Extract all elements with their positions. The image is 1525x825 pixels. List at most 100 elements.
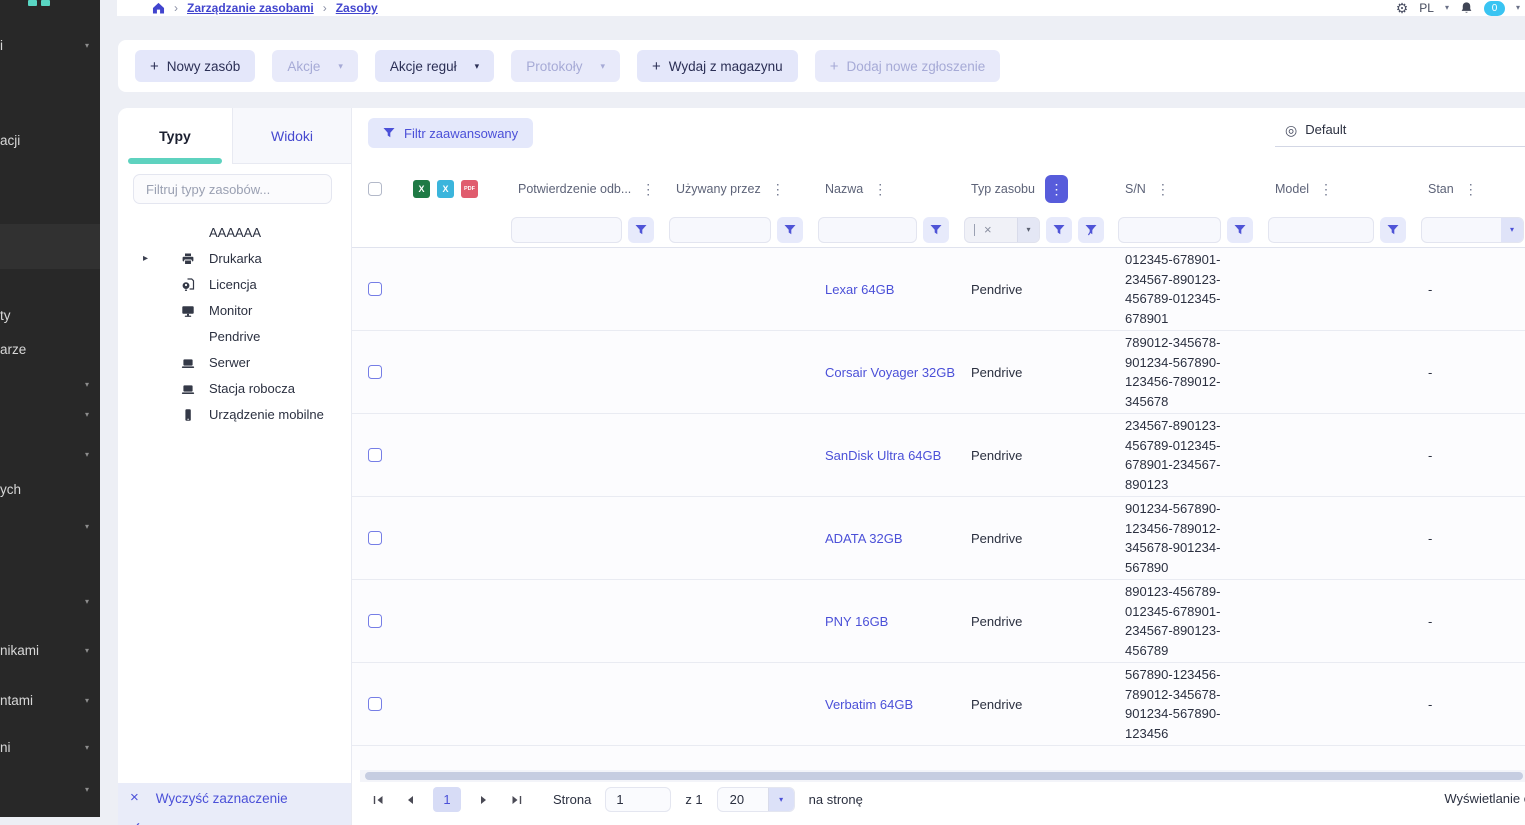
bell-icon[interactable] [1460, 1, 1473, 15]
actions-button[interactable]: Akcje ▾ [272, 50, 358, 82]
select-all-row[interactable]: ✓ [118, 819, 142, 825]
tree-item-urzadzenie-mobilne[interactable]: Urządzenie mobilne [118, 402, 351, 428]
filter-input-sn[interactable] [1118, 217, 1221, 243]
row-checkbox[interactable] [368, 365, 382, 379]
chevron-down-icon[interactable]: ▾ [1445, 4, 1449, 12]
filter-button-uzywany-przez[interactable] [777, 217, 803, 243]
tree-item-drukarka[interactable]: ▸ Drukarka [118, 246, 351, 272]
clear-selection-button[interactable]: × Wyczyść zaznaczenie [118, 790, 351, 806]
rule-actions-button[interactable]: Akcje reguł ▾ [375, 50, 494, 82]
expand-arrow-icon[interactable]: ▸ [143, 253, 148, 265]
column-header-potwierdzenie[interactable]: Potwierdzenie odb... [518, 182, 631, 196]
tree-item-serwer[interactable]: Serwer [118, 350, 351, 376]
column-header-model[interactable]: Model [1275, 182, 1309, 196]
filter-button-sn[interactable] [1227, 217, 1253, 243]
scrollbar-thumb[interactable] [365, 772, 1523, 780]
asset-name-link[interactable]: Verbatim 64GB [825, 697, 913, 712]
next-page-button[interactable] [475, 791, 493, 809]
column-menu-icon[interactable]: ⋮ [771, 182, 785, 196]
type-filter-input[interactable] [133, 174, 332, 204]
row-checkbox[interactable] [368, 614, 382, 628]
tree-item-monitor[interactable]: Monitor [118, 298, 351, 324]
sidebar-item[interactable]: ni ▾ [0, 740, 100, 760]
asset-name-link[interactable]: SanDisk Ultra 64GB [825, 448, 941, 463]
asset-name-link[interactable]: PNY 16GB [825, 614, 888, 629]
add-ticket-button[interactable]: + Dodaj nowe zgłoszenie [815, 50, 1001, 82]
gear-icon[interactable]: ⚙ [1396, 1, 1409, 15]
asset-name-link[interactable]: Lexar 64GB [825, 282, 894, 297]
sidebar-item[interactable]: acji [0, 133, 100, 153]
filter-combo-typ-zasobu[interactable]: × ▾ [964, 217, 1040, 243]
tree-item-pendrive[interactable]: Pendrive [118, 324, 351, 350]
tab-widoki[interactable]: Widoki [232, 108, 351, 164]
table-row[interactable]: SanDisk Ultra 64GB Pendrive 234567-89012… [352, 414, 1525, 497]
view-selector[interactable]: ◎ Default [1275, 122, 1525, 147]
new-asset-button[interactable]: + Nowy zasób [135, 50, 255, 82]
protocols-button[interactable]: Protokoły ▾ [511, 50, 620, 82]
language-selector[interactable]: PL [1419, 1, 1434, 15]
issue-from-warehouse-button[interactable]: + Wydaj z magazynu [637, 50, 798, 82]
column-menu-icon[interactable]: ⋮ [1319, 182, 1333, 196]
row-checkbox[interactable] [368, 282, 382, 296]
filter-input-nazwa[interactable] [818, 217, 917, 243]
chevron-down-icon[interactable]: ▾ [1017, 218, 1039, 242]
column-header-typ-zasobu[interactable]: Typ zasobu [971, 182, 1035, 196]
chevron-down-icon[interactable]: ▾ [1501, 218, 1523, 242]
sidebar-active-item[interactable] [0, 224, 100, 269]
horizontal-scrollbar[interactable] [360, 770, 1525, 782]
column-menu-active-button[interactable]: ⋮ [1045, 175, 1068, 203]
breadcrumb-link-zasoby[interactable]: Zasoby [336, 1, 378, 15]
export-xlsx-icon[interactable]: X [413, 180, 430, 198]
column-header-uzywany-przez[interactable]: Używany przez [676, 182, 761, 196]
filter-select-stan[interactable]: ▾ [1421, 217, 1524, 243]
current-page-button[interactable]: 1 [433, 787, 461, 812]
table-row[interactable]: 456789-012345- [352, 746, 1525, 770]
sidebar-item[interactable]: ych [0, 482, 100, 502]
filter-input-model[interactable] [1268, 217, 1374, 243]
tree-item-licencja[interactable]: Licencja [118, 272, 351, 298]
column-header-stan[interactable]: Stan [1428, 182, 1454, 196]
filter-button-model[interactable] [1380, 217, 1406, 243]
sidebar-item[interactable]: ▾ [0, 519, 100, 539]
breadcrumb-link-zarzadzanie[interactable]: Zarządzanie zasobami [187, 1, 314, 15]
sidebar-item[interactable]: ▾ [0, 377, 100, 397]
row-checkbox[interactable] [368, 448, 382, 462]
user-menu-caret-icon[interactable]: ▾ [1516, 4, 1520, 12]
tree-item-aaaaaa[interactable]: AAAAAA [118, 220, 351, 246]
asset-name-link[interactable]: Corsair Voyager 32GB [825, 365, 955, 380]
tab-typy[interactable]: Typy [118, 108, 232, 164]
sidebar-item[interactable]: ▾ [0, 447, 100, 467]
sidebar-item[interactable]: ntami ▾ [0, 693, 100, 713]
first-page-button[interactable] [369, 791, 387, 809]
filter-button-typ-zasobu[interactable] [1046, 217, 1072, 243]
notification-badge[interactable]: 0 [1484, 1, 1505, 16]
export-csv-icon[interactable]: X [437, 180, 454, 198]
tree-item-stacja-robocza[interactable]: Stacja robocza [118, 376, 351, 402]
row-checkbox[interactable] [368, 531, 382, 545]
sidebar-item[interactable]: nikami ▾ [0, 643, 100, 663]
page-input[interactable] [605, 787, 671, 812]
export-pdf-icon[interactable]: PDF [461, 180, 478, 198]
filter-button-potwierdzenie[interactable] [628, 217, 654, 243]
select-all-checkbox[interactable] [368, 182, 382, 196]
column-menu-icon[interactable]: ⋮ [873, 182, 887, 196]
row-checkbox[interactable] [368, 697, 382, 711]
advanced-filter-button[interactable]: Filtr zaawansowany [368, 118, 533, 148]
prev-page-button[interactable] [401, 791, 419, 809]
sidebar-item[interactable]: i ▾ [0, 38, 100, 58]
table-row[interactable]: PNY 16GB Pendrive 890123-456789-012345-6… [352, 580, 1525, 663]
table-row[interactable]: ADATA 32GB Pendrive 901234-567890-123456… [352, 497, 1525, 580]
sidebar-item[interactable]: arze [0, 342, 100, 362]
sidebar-item[interactable]: ▾ [0, 594, 100, 614]
filter-input-uzywany-przez[interactable] [669, 217, 771, 243]
clear-value-icon[interactable]: × [984, 223, 992, 236]
column-menu-icon[interactable]: ⋮ [641, 182, 655, 196]
asset-name-link[interactable]: ADATA 32GB [825, 531, 903, 546]
filter-input-potwierdzenie[interactable] [511, 217, 622, 243]
table-row[interactable]: Corsair Voyager 32GB Pendrive 789012-345… [352, 331, 1525, 414]
sidebar-item[interactable]: ▾ [0, 407, 100, 427]
sidebar-item[interactable]: ty [0, 308, 100, 328]
clear-filter-button-typ-zasobu[interactable] [1078, 217, 1104, 243]
filter-button-nazwa[interactable] [923, 217, 949, 243]
home-icon[interactable] [152, 2, 165, 14]
